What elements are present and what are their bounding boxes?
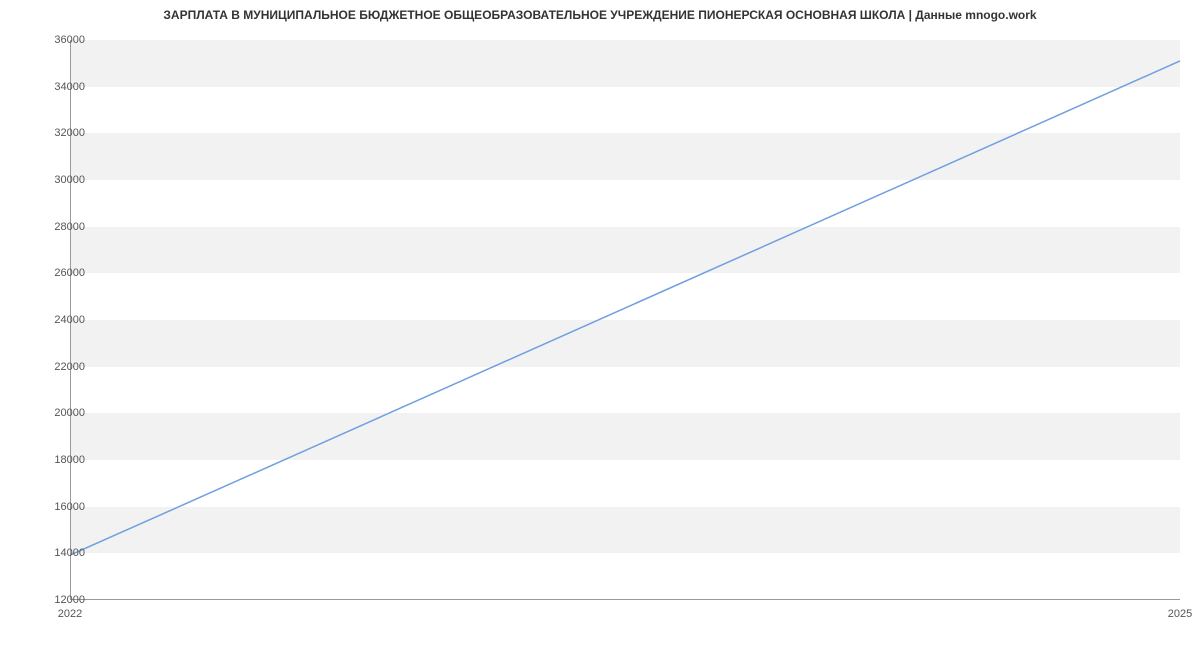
line-layer <box>71 40 1180 599</box>
y-tick-label: 20000 <box>35 407 85 419</box>
x-tick-label: 2022 <box>58 608 82 620</box>
y-tick-label: 30000 <box>35 174 85 186</box>
y-tick-label: 32000 <box>35 127 85 139</box>
plot-area <box>70 40 1180 600</box>
y-tick-label: 24000 <box>35 314 85 326</box>
series-salary-line <box>71 61 1180 555</box>
y-tick-label: 16000 <box>35 501 85 513</box>
chart-title: ЗАРПЛАТА В МУНИЦИПАЛЬНОЕ БЮДЖЕТНОЕ ОБЩЕО… <box>0 8 1200 22</box>
salary-chart: ЗАРПЛАТА В МУНИЦИПАЛЬНОЕ БЮДЖЕТНОЕ ОБЩЕО… <box>0 0 1200 650</box>
y-tick-label: 18000 <box>35 454 85 466</box>
y-tick-label: 28000 <box>35 221 85 233</box>
y-tick-label: 12000 <box>35 594 85 606</box>
y-tick-label: 34000 <box>35 81 85 93</box>
y-tick-label: 22000 <box>35 361 85 373</box>
y-tick-label: 26000 <box>35 267 85 279</box>
y-tick-label: 14000 <box>35 547 85 559</box>
x-tick-label: 2025 <box>1168 608 1192 620</box>
y-tick-label: 36000 <box>35 34 85 46</box>
